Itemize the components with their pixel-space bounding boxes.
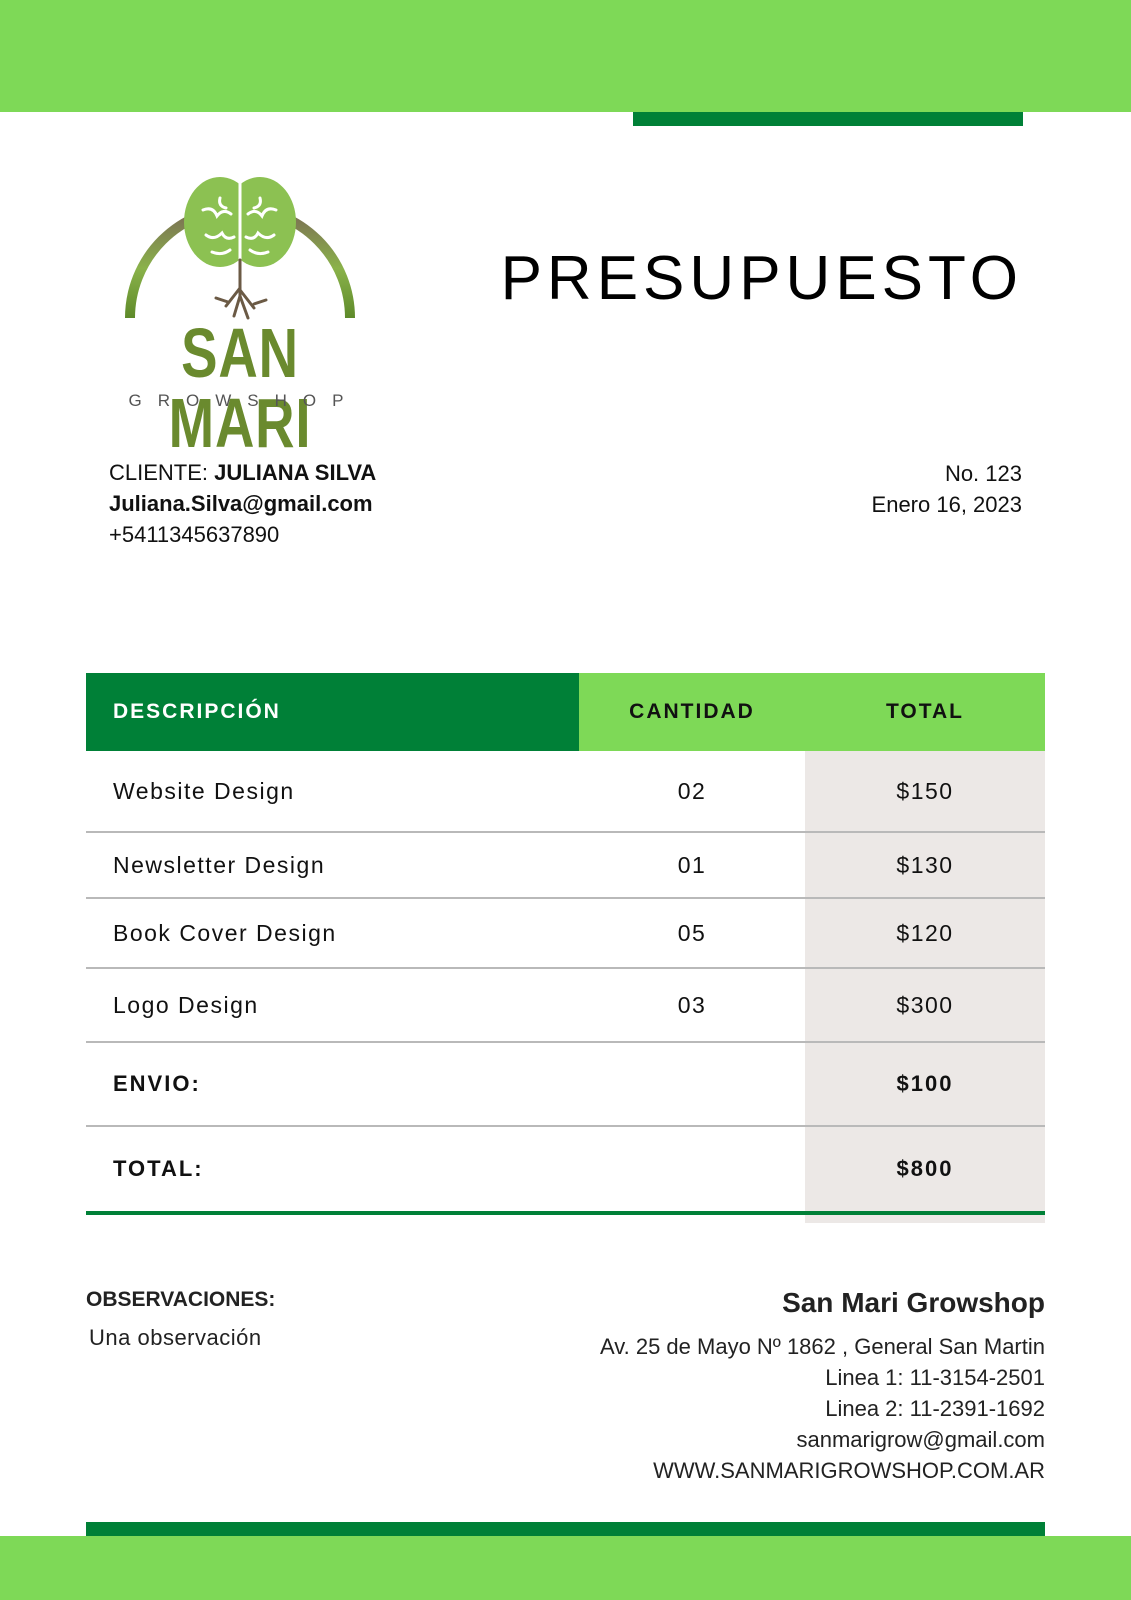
company-address: Av. 25 de Mayo Nº 1862 , General San Mar… [599, 1333, 1045, 1359]
grand-total-value: $800 [896, 1156, 954, 1181]
table-header: DESCRIPCIÓN CANTIDAD TOTAL [86, 673, 1045, 751]
company-email: sanmarigrow@gmail.com [796, 1426, 1045, 1452]
document-date: Enero 16, 2023 [871, 492, 1022, 518]
client-info: CLIENTE: JULIANA SILVA Juliana.Silva@gma… [109, 458, 376, 550]
document-title: PRESUPUESTO [500, 244, 1023, 313]
document-meta: No. 123 Enero 16, 2023 [872, 458, 1022, 520]
row-description: Website Design [113, 777, 295, 804]
shipping-label: ENVIO: [113, 1071, 201, 1096]
row-description: Book Cover Design [113, 919, 337, 946]
row-description: Newsletter Design [113, 851, 326, 878]
grand-total-row: TOTAL: $800 [86, 1127, 1045, 1215]
client-phone: +5411345637890 [109, 521, 280, 547]
shipping-row: ENVIO: $100 [86, 1043, 1045, 1127]
observations-label: OBSERVACIONES: [86, 1288, 276, 1311]
row-quantity: 02 [677, 777, 707, 804]
company-phone-1: Linea 1: 11-3154-2501 [825, 1364, 1045, 1390]
observations-text: Una observación [89, 1325, 262, 1350]
header-total: TOTAL [885, 700, 965, 723]
top-band [0, 0, 1131, 112]
row-quantity: 05 [677, 919, 707, 946]
bottom-band [0, 1536, 1131, 1600]
bottom-accent-bar [86, 1522, 1045, 1536]
row-total: $150 [896, 777, 954, 804]
row-total: $120 [896, 919, 954, 946]
items-table: DESCRIPCIÓN CANTIDAD TOTAL Website Desig… [86, 673, 1045, 1223]
table-row: Website Design 02 $150 [86, 751, 1045, 833]
company-name: San Mari Growshop [782, 1287, 1045, 1318]
document-number: No. 123 [944, 461, 1022, 486]
header-description: DESCRIPCIÓN [86, 673, 579, 751]
row-total: $300 [896, 991, 954, 1018]
table-row: Newsletter Design 01 $130 [86, 833, 1045, 899]
company-phone-2: Linea 2: 11-2391-1692 [825, 1395, 1045, 1421]
client-label: CLIENTE: [109, 460, 209, 485]
row-quantity: 01 [677, 851, 707, 878]
company-website: WWW.SANMARIGROWSHOP.COM.AR [653, 1457, 1045, 1483]
logo-wordmark: SAN MARI [168, 314, 312, 462]
company-logo: SAN MARI GROWSHOP [108, 140, 372, 458]
top-accent-bar [633, 112, 1023, 126]
table-row: Logo Design 03 $300 [86, 969, 1045, 1043]
logo-subtitle: GROWSHOP [128, 391, 360, 410]
row-description: Logo Design [113, 991, 259, 1018]
grand-total-label: TOTAL: [113, 1156, 204, 1181]
table-row: Book Cover Design 05 $120 [86, 899, 1045, 969]
tree-brain-icon [125, 177, 355, 320]
company-info: San Mari Growshop Av. 25 de Mayo Nº 1862… [599, 1287, 1045, 1486]
row-quantity: 03 [677, 991, 707, 1018]
row-total: $130 [896, 851, 954, 878]
client-name: JULIANA SILVA [214, 460, 377, 485]
client-email: Juliana.Silva@gmail.com [109, 490, 373, 516]
header-quantity: CANTIDAD [629, 700, 755, 723]
shipping-value: $100 [896, 1071, 954, 1096]
